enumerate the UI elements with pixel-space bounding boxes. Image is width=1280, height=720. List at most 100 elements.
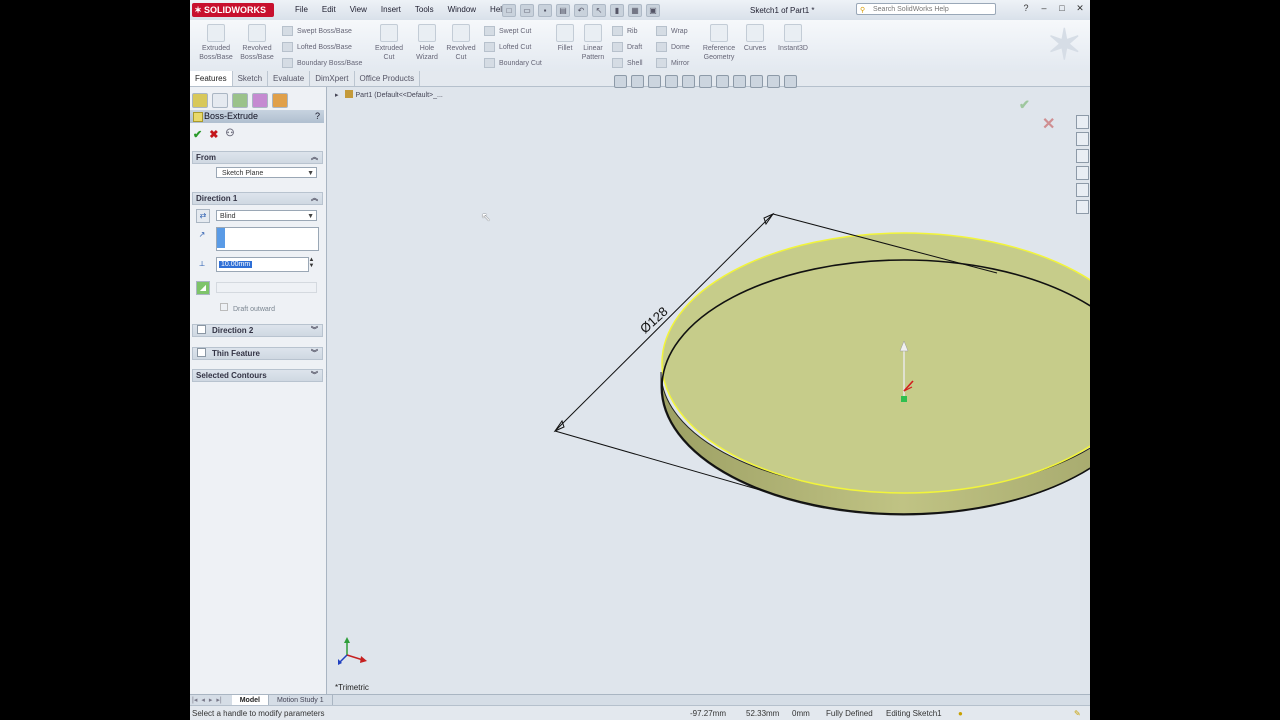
- depth-spinner[interactable]: ▲ ▼: [307, 257, 316, 270]
- dome-button[interactable]: Dome: [656, 42, 690, 52]
- menu-tools[interactable]: Tools: [408, 5, 441, 14]
- menu-insert[interactable]: Insert: [374, 5, 408, 14]
- thin-feature-group-header[interactable]: Thin Feature ︾: [192, 347, 323, 360]
- swept-boss-button[interactable]: Swept Boss/Base: [282, 26, 352, 36]
- boundary-boss-button[interactable]: Boundary Boss/Base: [282, 58, 362, 68]
- expand-chevron-icon: ︾: [311, 350, 318, 357]
- ds-watermark-icon: ✶: [1046, 21, 1082, 68]
- wrap-button[interactable]: Wrap: [656, 26, 688, 36]
- solidworks-logo[interactable]: ✶ SOLIDWORKS: [192, 3, 274, 17]
- menu-view[interactable]: View: [343, 5, 374, 14]
- pm-help-icon[interactable]: ?: [315, 110, 320, 123]
- direction-of-extrusion-field[interactable]: [216, 227, 319, 251]
- thin-feature-checkbox[interactable]: [197, 348, 206, 357]
- direction1-group: Direction 1 ︽: [192, 192, 323, 205]
- tab-dimxpert[interactable]: DimXpert: [310, 71, 355, 86]
- boundary-cut-button[interactable]: Boundary Cut: [484, 58, 542, 68]
- reverse-direction-icon[interactable]: ⇄: [196, 209, 210, 223]
- revolved-cut-button[interactable]: Revolved Cut: [444, 24, 478, 62]
- swept-boss-icon: [282, 26, 293, 36]
- help-icon[interactable]: ?: [1020, 3, 1032, 14]
- minimize-button[interactable]: –: [1038, 3, 1050, 14]
- selected-contours-group-header[interactable]: Selected Contours ︾: [192, 369, 323, 382]
- from-group-header[interactable]: From ︽: [192, 151, 323, 164]
- draft-on-off-icon[interactable]: ◢: [196, 281, 210, 295]
- select-icon[interactable]: ↖: [592, 4, 606, 17]
- solidworks-window: ✶ SOLIDWORKS File Edit View Insert Tools …: [190, 0, 1090, 720]
- lofted-boss-icon: [282, 42, 293, 52]
- diameter-dimension-label[interactable]: Ø128: [637, 304, 671, 336]
- reference-geometry-button[interactable]: Reference Geometry: [698, 24, 740, 62]
- new-icon[interactable]: □: [502, 4, 516, 17]
- undo-icon[interactable]: ↶: [574, 4, 588, 17]
- cancel-x-icon[interactable]: ✖: [209, 128, 218, 141]
- swept-cut-icon: [484, 26, 495, 36]
- depth-icon: ⟂: [199, 259, 205, 268]
- direction2-checkbox[interactable]: [197, 325, 206, 334]
- ok-checkmark-icon[interactable]: ✔: [193, 128, 202, 141]
- menu-file[interactable]: File: [288, 5, 315, 14]
- command-manager: Extruded Boss/Base Revolved Boss/Base Sw…: [190, 20, 1090, 72]
- extruded-cut-button[interactable]: Extruded Cut: [374, 24, 404, 62]
- rib-button[interactable]: Rib: [612, 26, 638, 36]
- property-manager-icon[interactable]: [212, 93, 228, 108]
- revolve-icon: [248, 24, 266, 42]
- search-help-input[interactable]: ⚲ Search SolidWorks Help: [856, 3, 996, 15]
- maximize-button[interactable]: □: [1056, 3, 1068, 14]
- status-message: Select a handle to modify parameters: [192, 709, 325, 718]
- shell-button[interactable]: Shell: [612, 58, 643, 68]
- quick-access-toolbar: □ ▭ ▪ ▤ ↶ ↖ ▮ ▦ ▣: [502, 4, 660, 17]
- menu-window[interactable]: Window: [441, 5, 483, 14]
- extruded-boss-button[interactable]: Extruded Boss/Base: [198, 24, 234, 62]
- draft-outward-checkbox[interactable]: Draft outward: [220, 303, 275, 313]
- view-triad: [338, 637, 367, 665]
- status-bar: Select a handle to modify parameters -97…: [190, 705, 1090, 720]
- mirror-button[interactable]: Mirror: [656, 58, 689, 68]
- tab-features[interactable]: Features: [190, 71, 233, 86]
- file-properties-icon[interactable]: ▦: [628, 4, 642, 17]
- draft-button[interactable]: Draft: [612, 42, 642, 52]
- open-icon[interactable]: ▭: [520, 4, 534, 17]
- configuration-manager-icon[interactable]: [232, 93, 248, 108]
- origin-point[interactable]: [901, 396, 907, 402]
- instant3d-button[interactable]: Instant3D: [774, 24, 812, 53]
- rebuild-icon[interactable]: ▮: [610, 4, 624, 17]
- swept-cut-button[interactable]: Swept Cut: [484, 26, 531, 36]
- lofted-boss-button[interactable]: Lofted Boss/Base: [282, 42, 352, 52]
- end-condition-select[interactable]: Blind ▼: [216, 210, 317, 221]
- quick-tips-icon[interactable]: ✎: [1074, 709, 1081, 718]
- direction1-group-header[interactable]: Direction 1 ︽: [192, 192, 323, 205]
- options-icon[interactable]: ▣: [646, 4, 660, 17]
- tab-office-products[interactable]: Office Products: [355, 71, 421, 86]
- linear-pattern-button[interactable]: Linear Pattern: [578, 24, 608, 62]
- revolved-boss-button[interactable]: Revolved Boss/Base: [238, 24, 276, 62]
- rebuild-status-icon[interactable]: ●: [958, 709, 963, 718]
- status-x-coordinate: -97.27mm: [690, 709, 727, 718]
- display-manager-icon[interactable]: [272, 93, 288, 108]
- direction2-group-header[interactable]: Direction 2 ︾: [192, 324, 323, 337]
- direction-vector-icon: ↗: [198, 230, 206, 239]
- dome-icon: [656, 42, 667, 52]
- hole-wizard-button[interactable]: Hole Wizard: [412, 24, 442, 62]
- expand-chevron-icon: ︾: [311, 327, 318, 334]
- feature-manager-icon[interactable]: [192, 93, 208, 108]
- from-select[interactable]: Sketch Plane ▼: [216, 167, 317, 178]
- pm-action-row: ✔ ✖ ⚇: [193, 128, 234, 141]
- close-button[interactable]: ✕: [1074, 3, 1086, 14]
- graphics-viewport[interactable]: ▸ Part1 (Default<<Default>_... ✔ ✕ Ø128 …: [327, 75, 1090, 694]
- tab-sketch[interactable]: Sketch: [233, 71, 269, 86]
- tab-evaluate[interactable]: Evaluate: [268, 71, 311, 86]
- detailed-preview-icon[interactable]: ⚇: [225, 128, 234, 141]
- depth-input[interactable]: 10.00mm: [216, 257, 309, 272]
- print-icon[interactable]: ▤: [556, 4, 570, 17]
- curves-button[interactable]: Curves: [742, 24, 768, 53]
- save-icon[interactable]: ▪: [538, 4, 552, 17]
- window-controls: ? – □ ✕: [1020, 3, 1086, 14]
- menu-edit[interactable]: Edit: [315, 5, 343, 14]
- dimxpert-manager-icon[interactable]: [252, 93, 268, 108]
- collapse-chevron-icon: ︽: [311, 154, 318, 161]
- status-y-coordinate: 52.33mm: [746, 709, 780, 718]
- lofted-cut-button[interactable]: Lofted Cut: [484, 42, 531, 52]
- fillet-button[interactable]: Fillet: [552, 24, 578, 53]
- draft-angle-input: [216, 282, 317, 293]
